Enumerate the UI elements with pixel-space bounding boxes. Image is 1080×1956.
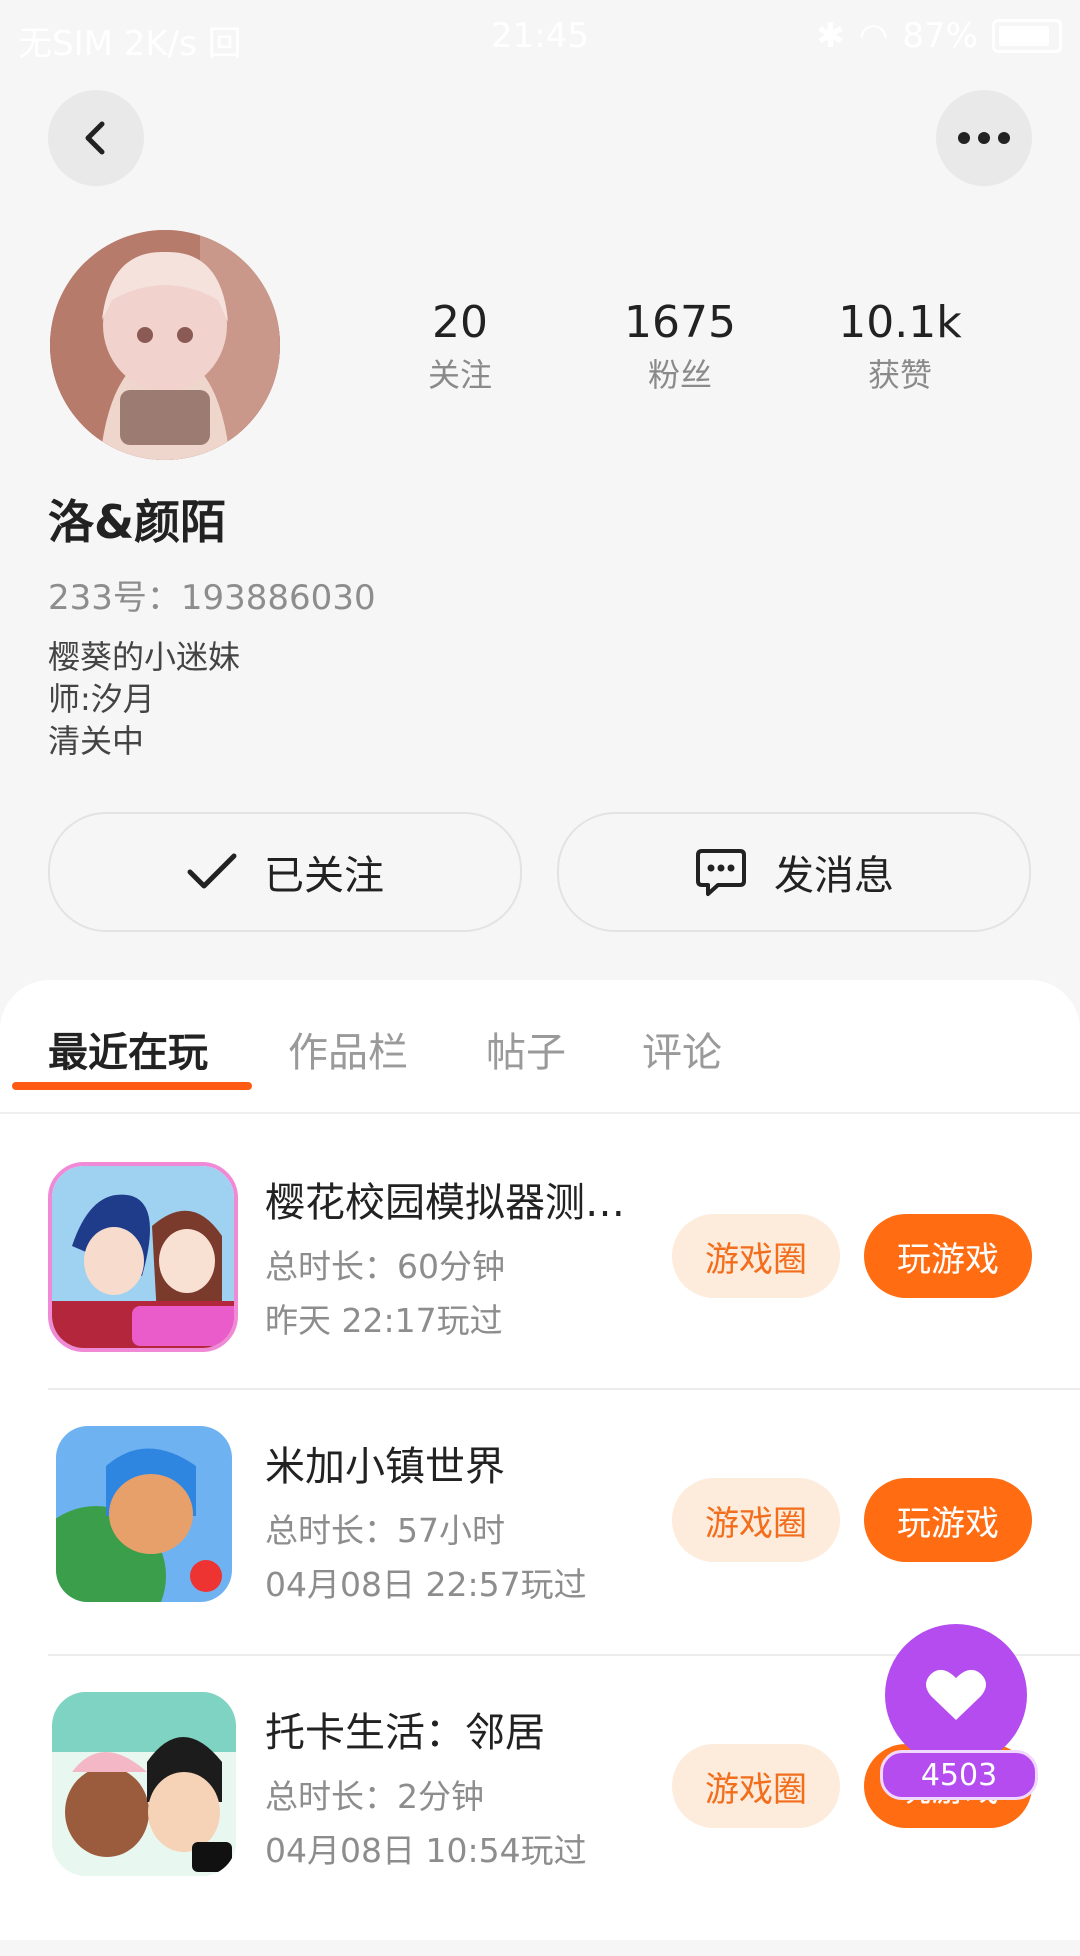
bluetooth-icon: ✱ [816,16,845,56]
play-game-button[interactable]: 玩游戏 [864,1214,1032,1298]
bio-line: 清关中 [48,722,145,760]
game-icon[interactable] [48,1162,238,1352]
back-button[interactable] [48,90,144,186]
game-circle-button[interactable]: 游戏圈 [672,1744,840,1828]
tab-posts[interactable]: 帖子 [486,1020,566,1078]
game-art [52,1692,236,1876]
chat-bubble-icon [696,849,746,896]
stat-value: 20 [432,297,488,348]
check-icon [187,853,237,889]
play-game-button[interactable]: 玩游戏 [864,1478,1032,1562]
more-dots-icon [958,132,1010,144]
tab-comments[interactable]: 评论 [642,1020,722,1078]
stat-value: 1675 [624,297,736,348]
status-icons: ✱ ◠ 87% [816,16,1062,56]
divider [0,1112,1080,1114]
send-message-button[interactable]: 发消息 [557,812,1031,932]
heart-icon [926,1669,986,1720]
bio-line: 师:汐月 [48,680,155,718]
more-button[interactable] [936,90,1032,186]
stat-likes[interactable]: 10.1k 获赞 [790,295,1010,399]
user-id: 233号：193886030 [48,578,376,618]
divider [48,1388,1080,1390]
game-art [56,1426,232,1602]
game-last-played: 昨天 22:17玩过 [265,1301,503,1340]
game-art [52,1166,234,1348]
game-duration: 总时长：57小时 [265,1511,505,1550]
game-circle-button[interactable]: 游戏圈 [672,1214,840,1298]
avatar-illustration [50,230,280,460]
game-title: 托卡生活：邻居 [265,1710,545,1756]
like-count-badge: 4503 [880,1750,1038,1800]
stat-value: 10.1k [838,297,962,348]
wifi-icon: ◠ [858,16,889,56]
game-title: 米加小镇世界 [265,1444,505,1490]
stat-label: 获赞 [867,356,932,394]
stat-label: 关注 [427,356,492,394]
stat-label: 粉丝 [647,356,712,394]
like-fab-button[interactable] [885,1624,1027,1766]
username: 洛&颜陌 [48,495,227,549]
game-duration: 总时长：2分钟 [265,1777,484,1816]
game-circle-button[interactable]: 游戏圈 [672,1478,840,1562]
stat-fans[interactable]: 1675 粉丝 [570,295,790,399]
stat-following[interactable]: 20 关注 [350,295,570,399]
game-duration: 总时长：60分钟 [265,1247,505,1286]
avatar[interactable] [50,230,280,460]
send-message-label: 发消息 [774,853,894,899]
tab-works[interactable]: 作品栏 [288,1020,408,1078]
status-bar: 无SIM 2K/s 回 21:45 ✱ ◠ 87% [0,0,1080,76]
active-tab-indicator [12,1082,252,1090]
bio: 樱葵的小迷妹 师:汐月 清关中 [48,636,240,762]
followed-label: 已关注 [264,853,384,899]
battery-icon [992,19,1062,53]
game-last-played: 04月08日 22:57玩过 [265,1565,587,1604]
battery-text: 87% [902,16,978,56]
tab-recent-play[interactable]: 最近在玩 [48,1020,208,1078]
bio-line: 樱葵的小迷妹 [48,638,241,676]
tab-bar: 最近在玩 作品栏 帖子 评论 [0,1020,1080,1090]
followed-button[interactable]: 已关注 [48,812,522,932]
profile-stats: 20 关注 1675 粉丝 10.1k 获赞 [350,295,1010,399]
game-row[interactable]: 樱花校园模拟器测试版 总时长：60分钟 昨天 22:17玩过 游戏圈 玩游戏 [0,1162,1080,1426]
chevron-left-icon [85,121,105,155]
game-icon[interactable] [52,1692,236,1876]
game-title: 樱花校园模拟器测试版 [265,1180,655,1226]
game-icon[interactable] [56,1426,232,1602]
game-last-played: 04月08日 10:54玩过 [265,1831,587,1870]
